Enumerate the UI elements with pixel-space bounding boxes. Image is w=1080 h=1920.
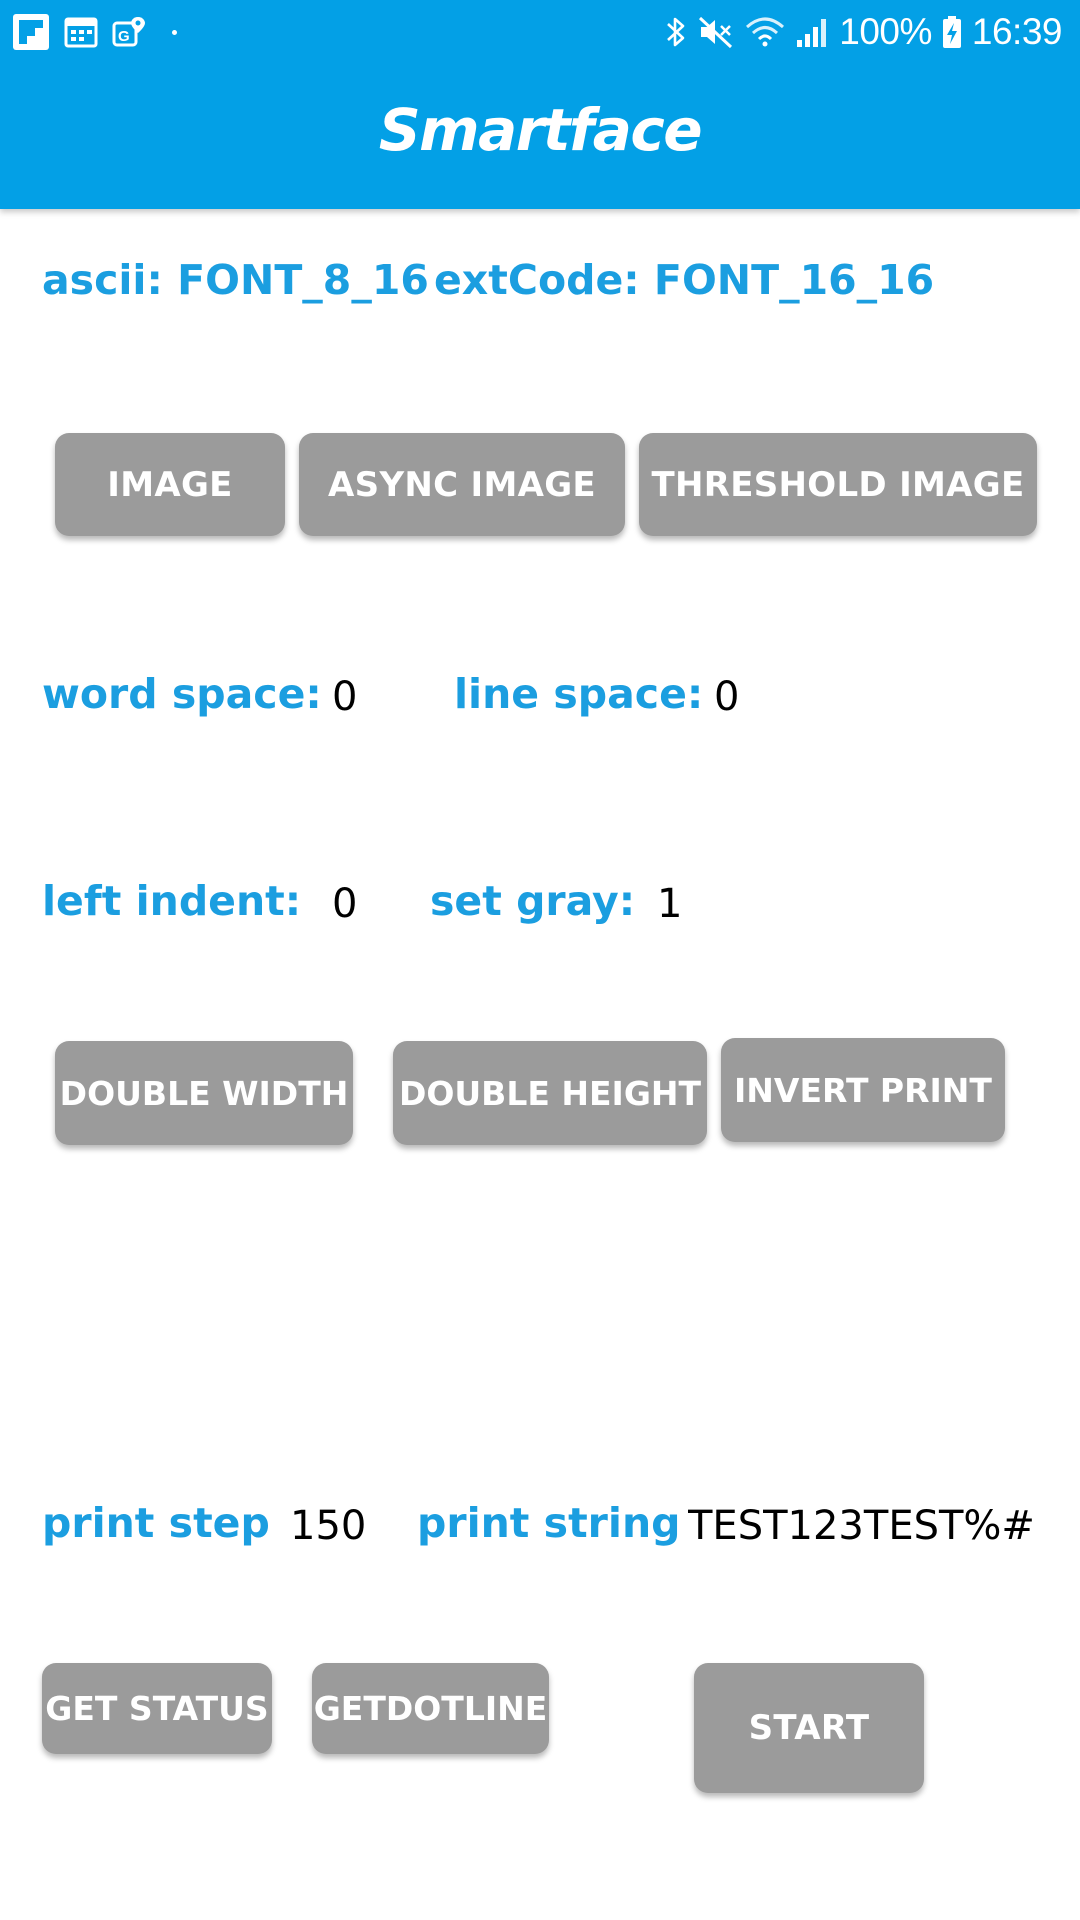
app-bar: G 100% 16:39 Smartface (0, 0, 1080, 209)
notification-dot (172, 29, 177, 35)
status-bar: G 100% 16:39 (0, 0, 1080, 64)
left-indent-value[interactable]: 0 (332, 879, 357, 929)
set-gray-label: set gray: (430, 877, 636, 925)
clock: 16:39 (971, 11, 1063, 52)
flipboard-icon (12, 13, 50, 51)
print-string-input[interactable]: TEST123TEST%#$ (688, 1501, 1038, 1551)
wifi-icon (745, 15, 785, 49)
start-button[interactable]: START (694, 1663, 924, 1793)
print-step-value[interactable]: 150 (290, 1501, 366, 1551)
set-gray-value[interactable]: 1 (657, 879, 682, 929)
async-image-button[interactable]: ASYNC IMAGE (299, 433, 625, 536)
line-space-label: line space: (454, 670, 704, 718)
left-indent-label: left indent: (42, 877, 302, 925)
image-button[interactable]: IMAGE (55, 433, 285, 536)
word-space-value[interactable]: 0 (332, 672, 357, 722)
extcode-font-label: extCode: FONT_16_16 (434, 256, 935, 304)
word-space-label: word space: (42, 670, 322, 718)
double-height-button[interactable]: DOUBLE HEIGHT (393, 1041, 707, 1145)
ascii-font-label: ascii: FONT_8_16 (42, 256, 429, 304)
double-width-button[interactable]: DOUBLE WIDTH (55, 1041, 353, 1145)
mute-icon (697, 14, 735, 50)
maps-icon: G (112, 15, 146, 49)
signal-icon (795, 15, 829, 49)
calendar-icon (64, 16, 98, 48)
line-space-value[interactable]: 0 (714, 672, 739, 722)
battery-percent: 100% (839, 11, 932, 52)
status-bar-system: 100% 16:39 (665, 10, 1063, 54)
get-dot-line-button[interactable]: GETDOTLINE (312, 1663, 549, 1754)
print-step-label: print step (42, 1499, 270, 1547)
status-bar-notifications: G (12, 12, 177, 52)
svg-text:G: G (118, 28, 130, 45)
threshold-image-button[interactable]: THRESHOLD IMAGE (639, 433, 1037, 536)
bluetooth-icon (665, 14, 687, 50)
battery-charging-icon (942, 15, 962, 49)
invert-print-button[interactable]: INVERT PRINT (721, 1038, 1005, 1142)
get-status-button[interactable]: GET STATUS (42, 1663, 272, 1754)
print-string-label: print string (417, 1499, 681, 1547)
app-title: Smartface (378, 96, 703, 164)
